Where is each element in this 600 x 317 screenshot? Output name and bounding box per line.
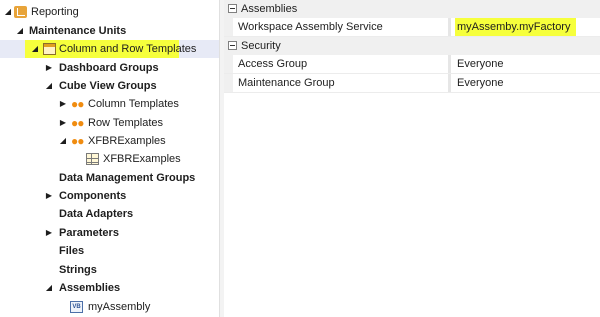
tree-node-label: Components [59,190,127,202]
expanded-arrow-icon[interactable]: ◢ [58,132,68,150]
tree-node-cube-view-groups[interactable]: ◢ Cube View Groups [0,77,219,95]
tree-node-label: Data Management Groups [59,172,196,184]
expanded-arrow-icon[interactable]: ◢ [44,77,54,95]
collapsed-arrow-icon[interactable]: ▶ [44,224,54,242]
expanded-arrow-icon[interactable]: ◢ [44,279,54,297]
tree-node-label: myAssembly [88,301,151,313]
tree-node-my-assembly[interactable]: VB myAssembly [0,298,219,316]
column-divider[interactable] [448,74,451,92]
tree-node-label: XFBRExamples [103,153,181,165]
column-divider[interactable] [448,55,451,73]
tree-node-label: Column and Row Templates [59,43,197,55]
collapsed-arrow-icon[interactable]: ▶ [44,187,54,205]
cube-view-icon [86,153,99,165]
collapsed-arrow-icon[interactable]: ▶ [44,59,54,77]
property-row-maintenance-group[interactable]: Maintenance Group Everyone [224,74,600,93]
tree-node-label: Column Templates [88,98,179,110]
tree-node-label: Files [59,245,85,257]
expanded-arrow-icon[interactable]: ◢ [3,3,13,21]
row-gutter [224,55,233,73]
tree-node-label: Cube View Groups [59,80,157,92]
tree-node-label: Data Adapters [59,208,134,220]
property-name: Workspace Assembly Service [238,21,383,33]
category-title: Assemblies [241,3,298,15]
tree-node-label: Strings [59,264,97,276]
tree-node-reporting[interactable]: ◢ Reporting [0,3,219,21]
tree-node-label: Maintenance Units [29,25,127,37]
collapse-box-icon[interactable] [228,4,237,13]
expanded-arrow-icon[interactable]: ◢ [15,22,25,40]
tree-node-label: Row Templates [88,117,163,129]
property-row-workspace-assembly-service[interactable]: Workspace Assembly Service myAssemby.myF… [224,18,600,37]
tree-node-column-row-templates[interactable]: ◢ Column and Row Templates [0,40,219,58]
category-assemblies[interactable]: Assemblies [224,0,600,18]
expanded-arrow-icon[interactable]: ◢ [30,40,40,58]
property-grid: Assemblies Workspace Assembly Service my… [224,0,600,317]
cube-view-group-icon: ●● [71,97,84,111]
tree-node-label: Reporting [31,6,79,18]
collapsed-arrow-icon[interactable]: ▶ [58,114,68,132]
tree-node-parameters[interactable]: ▶ Parameters [0,224,219,242]
property-name: Maintenance Group [238,77,335,89]
vb-assembly-icon: VB [70,301,83,313]
tree-node-label: Parameters [59,227,119,239]
cube-view-group-icon: ●● [71,116,84,130]
tree-node-label: Assemblies [59,282,121,294]
property-name: Access Group [238,58,308,70]
property-value[interactable]: Everyone [457,55,503,73]
category-title: Security [241,40,281,52]
tree-node-label: XFBRExamples [88,135,166,147]
tree-node-assemblies[interactable]: ◢ Assemblies [0,279,219,297]
tree-node-dashboard-groups[interactable]: ▶ Dashboard Groups [0,59,219,77]
tree-node-xfbr-examples-group[interactable]: ◢ ●● XFBRExamples [0,132,219,150]
tree-node-xfbr-examples-item[interactable]: XFBRExamples [0,150,219,168]
property-row-access-group[interactable]: Access Group Everyone [224,55,600,74]
tree-panel: ◢ Reporting ◢ Maintenance Units ◢ Column… [0,0,219,317]
tree-node-data-management-groups[interactable]: Data Management Groups [0,169,219,187]
column-divider[interactable] [448,18,451,36]
tree-node-label: Dashboard Groups [59,62,159,74]
tree-node-data-adapters[interactable]: Data Adapters [0,205,219,223]
tree-node-strings[interactable]: Strings [0,261,219,279]
property-value[interactable]: Everyone [457,74,503,92]
row-gutter [224,18,233,36]
report-icon [14,6,27,18]
collapsed-arrow-icon[interactable]: ▶ [58,95,68,113]
category-security[interactable]: Security [224,37,600,55]
tree-node-maintenance-units[interactable]: ◢ Maintenance Units [0,22,219,40]
tree-node-column-templates[interactable]: ▶ ●● Column Templates [0,95,219,113]
property-value[interactable]: myAssemby.myFactory [455,18,577,36]
tree-node-components[interactable]: ▶ Components [0,187,219,205]
collapse-box-icon[interactable] [228,41,237,50]
row-gutter [224,74,233,92]
cube-view-group-icon: ●● [71,134,84,148]
template-icon [43,43,56,55]
tree-node-files[interactable]: Files [0,242,219,260]
tree-node-row-templates[interactable]: ▶ ●● Row Templates [0,114,219,132]
